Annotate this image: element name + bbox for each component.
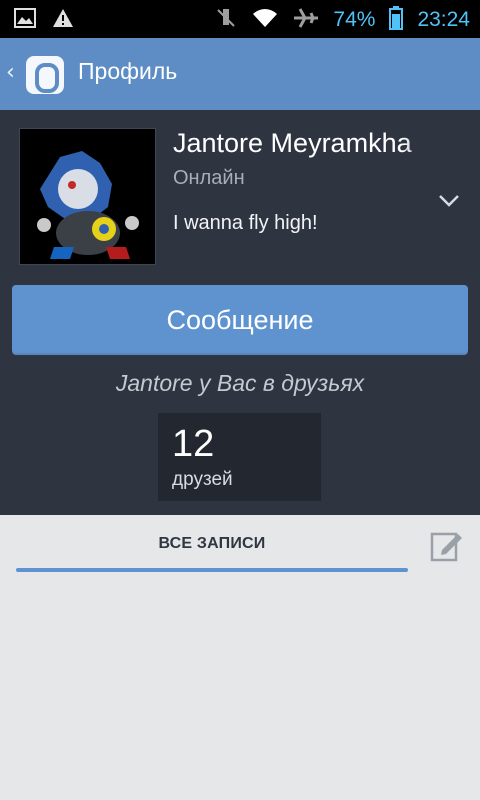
tab-underline xyxy=(16,568,408,572)
status-quote: I wanna fly high! xyxy=(173,212,318,234)
message-button[interactable]: Сообщение xyxy=(12,285,468,355)
tab-bar: ВСЕ ЗАПИСИ xyxy=(0,515,480,575)
app-icon[interactable] xyxy=(26,56,64,94)
action-bar: ‹ Профиль xyxy=(0,38,480,112)
avatar[interactable] xyxy=(19,128,156,265)
status-bar-right: 74% 23:24 xyxy=(215,6,470,34)
image-icon xyxy=(14,8,36,32)
status-bar-left xyxy=(14,8,74,32)
edit-icon[interactable] xyxy=(430,530,462,562)
friends-label: друзей xyxy=(172,469,233,490)
profile-header: Jantore Meyramkha Онлайн I wanna fly hig… xyxy=(0,110,480,515)
online-status: Онлайн xyxy=(173,167,245,189)
warning-icon xyxy=(52,8,74,32)
airplane-icon xyxy=(293,7,319,33)
wifi-icon xyxy=(251,7,279,33)
battery-percent: 74% xyxy=(333,8,376,31)
page-title: Профиль xyxy=(78,58,178,84)
avatar-image xyxy=(20,129,155,264)
mute-icon xyxy=(215,7,237,33)
tab-all-posts[interactable]: ВСЕ ЗАПИСИ xyxy=(16,515,408,572)
friends-count: 12 xyxy=(172,423,215,465)
friendship-note: Jantore у Вас в друзьях xyxy=(115,370,365,396)
posts-area xyxy=(0,575,480,800)
tab-label: ВСЕ ЗАПИСИ xyxy=(158,535,266,552)
battery-icon xyxy=(389,6,404,34)
clock: 23:24 xyxy=(417,8,470,31)
profile-name: Jantore Meyramkha xyxy=(173,128,443,159)
expand-chevron-icon[interactable] xyxy=(438,189,460,211)
back-chevron-icon[interactable]: ‹ xyxy=(6,60,15,85)
status-bar: 74% 23:24 xyxy=(0,0,480,38)
friends-counter[interactable]: 12 друзей xyxy=(158,413,321,501)
